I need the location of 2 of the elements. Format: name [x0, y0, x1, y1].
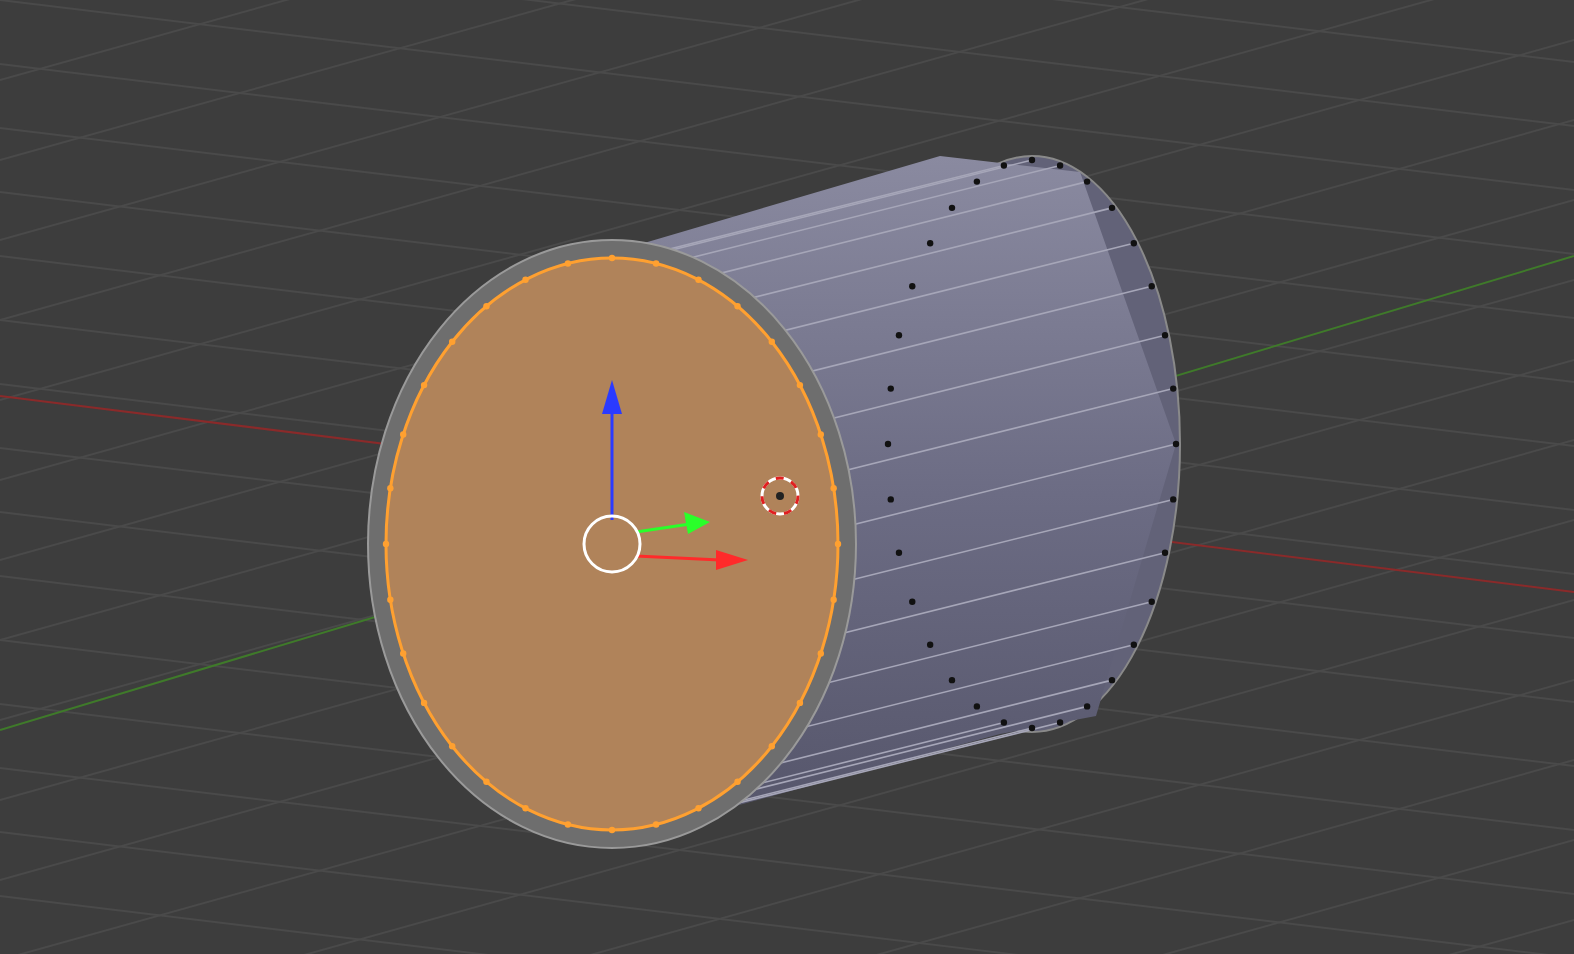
- transform-gizmo-drawing[interactable]: [582, 380, 748, 574]
- 3d-cursor-icon: [760, 476, 800, 516]
